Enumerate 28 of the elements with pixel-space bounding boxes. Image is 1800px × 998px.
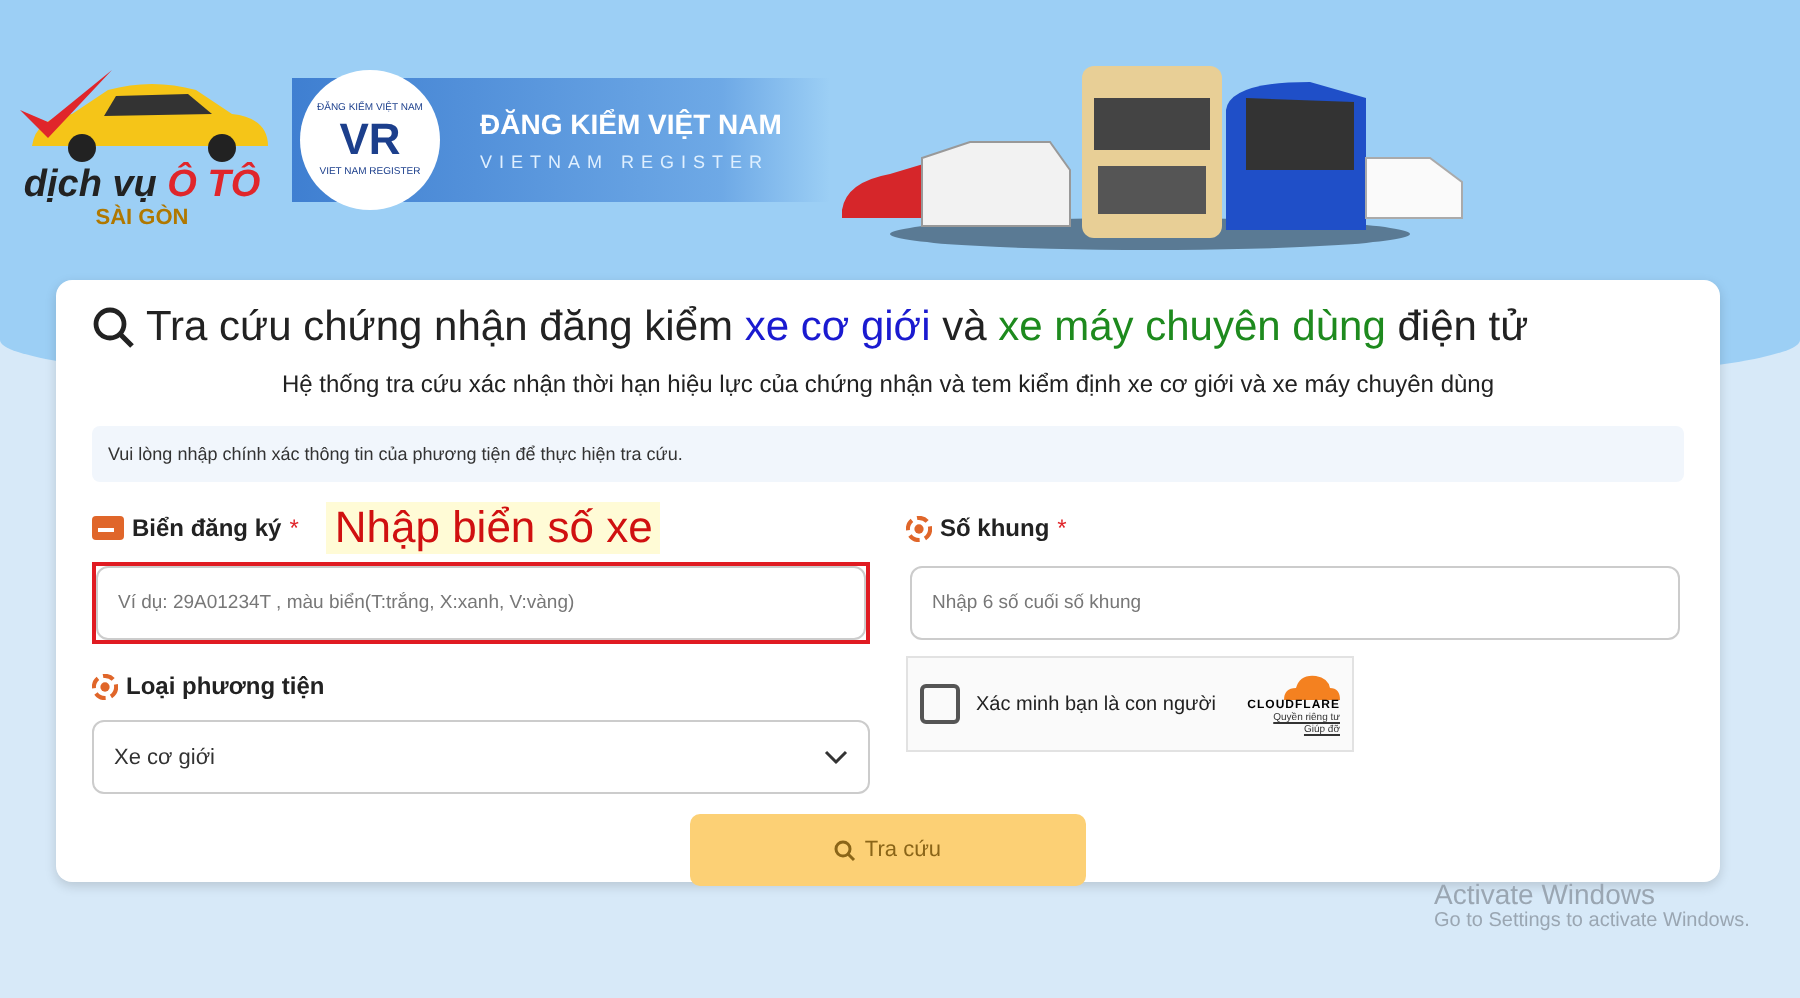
checkbox[interactable]: [920, 684, 960, 724]
captcha-label: Xác minh bạn là con người: [976, 693, 1216, 715]
field-label: Số khung: [940, 514, 1050, 542]
activation-hint: Go to Settings to activate Windows.: [1434, 910, 1750, 932]
search-icon: [834, 839, 857, 861]
input-field[interactable]: Nhập 6 số cuối số khung: [910, 566, 1680, 640]
required-asterisk: *: [289, 514, 299, 542]
chevron-down-icon: [824, 749, 848, 765]
notice-text: Vui lòng nhập chính xác thông tin của phương tiện để thực hiện tra cứu.: [92, 426, 1684, 482]
banner-title: ĐĂNG KIỂM VIỆT NAM: [480, 108, 782, 140]
activation-title: Activate Windows: [1434, 878, 1657, 910]
field-label: Biển đăng ký: [132, 514, 282, 542]
field-label: Loại phương tiện: [126, 672, 325, 700]
required-asterisk: *: [1057, 514, 1067, 542]
cloud-icon: [1280, 672, 1340, 700]
annotation-text: Nhập biển số xe: [326, 502, 661, 554]
logo-subtext: SÀI GÒN: [95, 206, 189, 230]
select-field[interactable]: Xe cơ giới: [92, 720, 870, 794]
card-subtitle: Hệ thống tra cứu xác nhận thời hạn hiệu lực của chứng nhận và tem kiểm định xe cơ giới và xe máy chuyên dùng: [279, 370, 1497, 398]
target-icon: [92, 673, 118, 699]
license-plate-icon: [92, 516, 124, 540]
target-icon: [906, 515, 932, 541]
input-field[interactable]: Ví dụ: 29A01234T , màu biển(T:trắng, X:xanh, V:vàng): [96, 566, 866, 640]
card-title: Tra cứu chứng nhận đăng kiểm xe cơ giới và xe máy chuyên dùng điện tử: [146, 304, 1529, 352]
logo-text: dịch vụ Ô TÔ: [23, 166, 261, 206]
seal-letters: VR: [339, 114, 401, 166]
banner-subtitle: VIETNAM REGISTER: [480, 152, 772, 172]
search-icon: [92, 306, 136, 350]
